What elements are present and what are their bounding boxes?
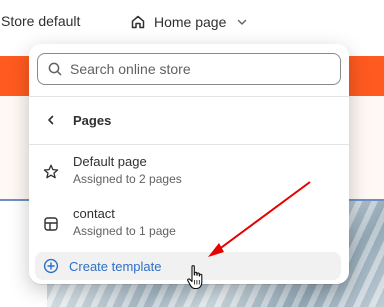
template-item-subtitle: Assigned to 1 page — [73, 224, 176, 238]
layout-icon — [42, 215, 60, 233]
template-item-name: Default page — [73, 154, 147, 169]
search-field[interactable] — [37, 53, 341, 85]
search-input[interactable] — [68, 60, 312, 78]
pages-section-title: Pages — [73, 112, 112, 128]
template-dropdown: Pages Default page Assigned to 2 pages c… — [29, 44, 349, 284]
search-icon — [48, 62, 62, 76]
pages-back-button[interactable]: Pages — [29, 102, 349, 138]
hand-cursor-icon — [187, 265, 203, 290]
divider — [29, 96, 349, 97]
chevron-left-icon — [45, 114, 57, 126]
chevron-down-icon — [236, 16, 248, 28]
plus-circle-icon — [43, 258, 59, 274]
divider — [29, 144, 349, 145]
template-item-subtitle: Assigned to 2 pages — [73, 172, 182, 186]
template-item-name: contact — [73, 206, 115, 221]
template-item-default-page[interactable]: Default page Assigned to 2 pages — [29, 150, 349, 196]
template-selector-label: Home page — [154, 14, 227, 30]
template-item-contact[interactable]: contact Assigned to 1 page — [29, 202, 349, 248]
star-icon — [42, 163, 60, 181]
template-selector[interactable]: Home page — [130, 10, 248, 34]
store-default-label: Store default — [1, 13, 81, 29]
top-bar: Store default Home page — [0, 0, 384, 44]
create-template-label: Create template — [69, 258, 162, 274]
home-icon — [130, 14, 146, 30]
